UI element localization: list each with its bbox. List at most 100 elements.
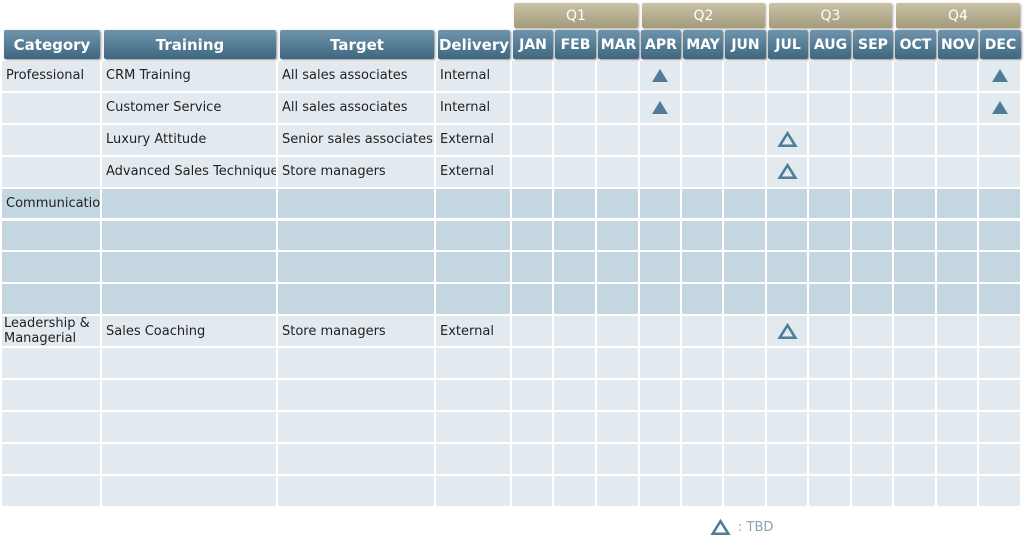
grid-cell [2,284,102,317]
grid-cell [436,284,512,317]
grid-cell [102,220,278,253]
grid-cell [937,316,979,349]
cell-training: Customer Service [106,100,222,116]
grid-cell [512,220,554,253]
grid-cell [554,220,597,253]
grid-cell [682,284,724,317]
grid-cell [554,348,597,380]
month-header-feb: FEB [555,30,596,59]
outline-triangle-icon [767,157,807,187]
month-header-jul: JUL [768,30,808,59]
grid-cell [894,443,937,476]
grid-cell [809,316,852,349]
grid-cell [724,284,767,317]
grid-cell [512,92,554,125]
grid-cell [767,92,809,125]
cell-delivery: External [440,132,494,148]
grid-cell [640,156,682,189]
grid-cell [852,475,894,508]
grid-cell [640,220,682,253]
cell-delivery: Internal [440,100,491,116]
grid-cell [937,284,979,317]
grid-cell [554,124,597,157]
grid-cell [852,92,894,125]
cell-category: Communication [6,196,100,212]
grid-cell [597,443,640,476]
grid-cell [809,443,852,476]
column-header-category: Category [4,30,100,59]
filled-triangle-icon [640,93,680,123]
grid-cell [554,284,597,317]
grid-cell [894,156,937,189]
grid-cell [512,124,554,157]
grid-cell [682,316,724,349]
grid-cell [724,380,767,412]
grid-cell [640,316,682,349]
grid-cell [979,220,1022,253]
grid-cell [809,475,852,508]
grid-cell [852,316,894,349]
month-header-dec: DEC [980,30,1021,59]
legend-outline-triangle-icon [709,516,731,538]
grid-cell [894,380,937,412]
cell-target: All sales associates [282,100,408,116]
cell-target: Store managers [282,323,386,339]
grid-cell [682,475,724,508]
grid-cell [640,380,682,412]
grid-cell [979,475,1022,508]
grid-cell [767,443,809,476]
grid-cell [512,411,554,444]
grid-cell [809,156,852,189]
month-header-jun: JUN [725,30,766,59]
month-header-mar: MAR [598,30,639,59]
grid-cell [809,188,852,221]
grid-cell [937,475,979,508]
grid-cell [597,252,640,285]
grid-cell [979,443,1022,476]
grid-cell [682,348,724,380]
quarter-header-q2: Q2 [642,3,765,28]
grid-cell [979,316,1022,349]
grid-cell [852,220,894,253]
filled-triangle-icon [979,61,1020,91]
grid-cell [640,411,682,444]
grid-cell [554,380,597,412]
grid-cell [436,348,512,380]
cell-category: Leadership & Managerial [4,316,90,347]
grid-cell [512,156,554,189]
grid-cell [809,124,852,157]
grid-cell [512,316,554,349]
grid-cell [852,188,894,221]
grid-cell [102,380,278,412]
grid-cell [894,475,937,508]
outline-triangle-icon [767,125,807,155]
grid-cell [2,380,102,412]
grid-cell [852,124,894,157]
grid-cell [278,475,436,508]
grid-cell [724,124,767,157]
grid-cell [767,411,809,444]
grid-cell [597,348,640,380]
grid-cell [979,252,1022,285]
grid-cell [640,284,682,317]
grid-cell [640,475,682,508]
grid-cell [979,124,1022,157]
grid-cell [937,411,979,444]
grid-cell [554,92,597,125]
grid-cell [767,475,809,508]
grid-cell [512,284,554,317]
grid-cell [436,411,512,444]
grid-cell [597,380,640,412]
grid-cell [512,348,554,380]
grid-cell [852,411,894,444]
grid-cell [767,284,809,317]
grid-cell [724,443,767,476]
grid-cell [102,188,278,221]
cell-delivery: External [440,323,494,339]
grid-cell [767,61,809,93]
grid-cell [436,220,512,253]
grid-cell [2,252,102,285]
grid-cell [2,443,102,476]
filled-triangle-icon [640,61,680,91]
month-header-jan: JAN [513,30,553,59]
